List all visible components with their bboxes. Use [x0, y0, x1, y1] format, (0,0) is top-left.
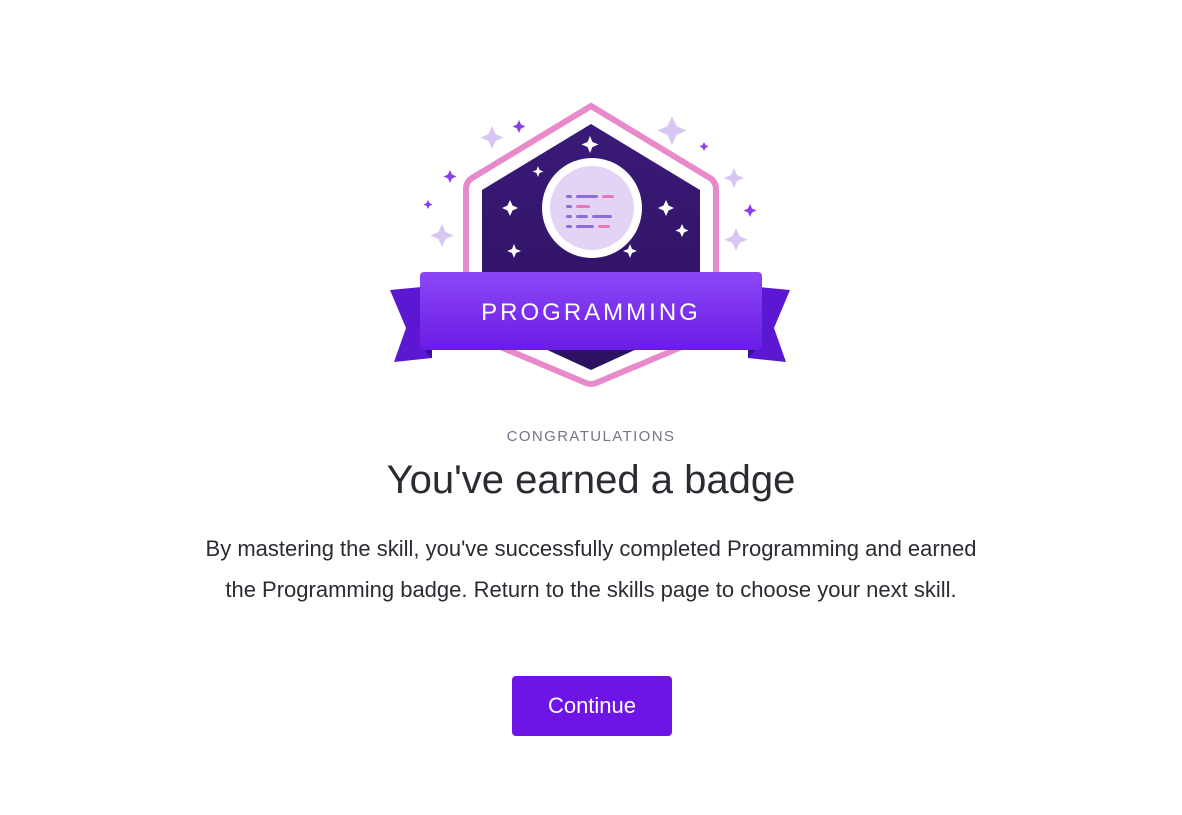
badge-illustration: PROGRAMMING — [380, 96, 800, 396]
sparkle-icon — [480, 126, 504, 149]
sparkle-icon — [699, 142, 709, 151]
sparkle-icon — [743, 204, 757, 217]
sparkle-icon — [657, 116, 687, 145]
sparkle-icon — [512, 120, 526, 133]
sparkle-icon — [423, 200, 433, 209]
page-title: You've earned a badge — [386, 458, 796, 502]
sparkle-icon — [724, 228, 748, 251]
sparkle-icon — [430, 224, 454, 247]
badge-description: By mastering the skill, you've successfu… — [205, 536, 977, 602]
sparkle-icon — [443, 170, 457, 183]
outer-sparkles — [423, 116, 757, 251]
congratulations-eyebrow: CONGRATULATIONS — [506, 428, 676, 445]
continue-button[interactable]: Continue — [512, 676, 672, 736]
sparkle-icon — [724, 168, 744, 188]
